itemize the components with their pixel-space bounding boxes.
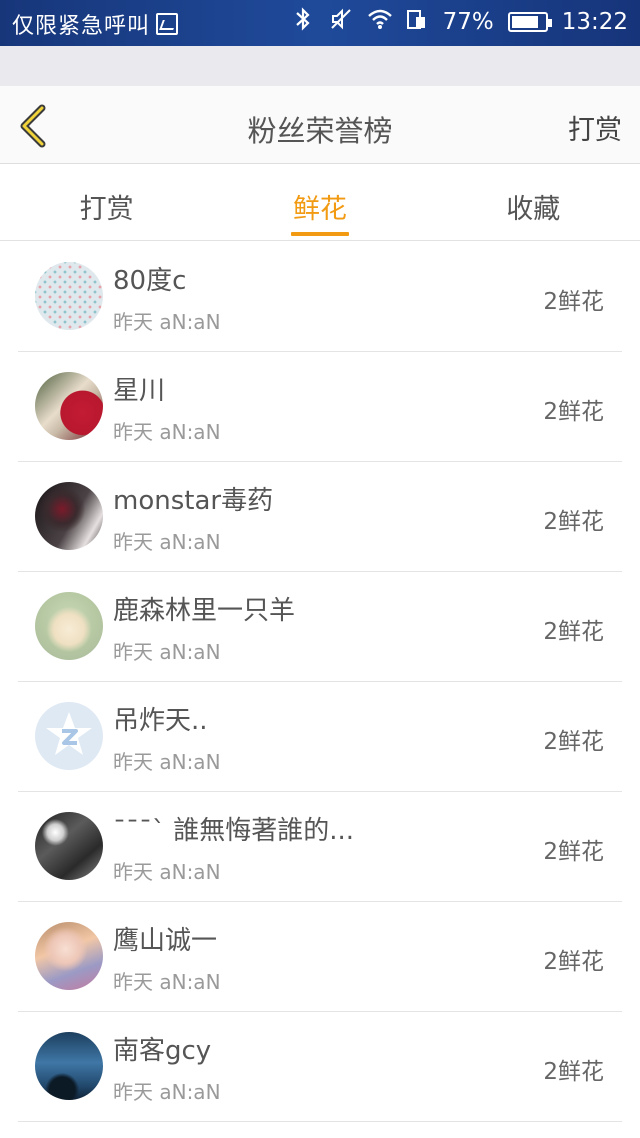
list-item[interactable]: 星川 昨天 aN:aN 2鲜花 <box>18 352 622 462</box>
status-time: 13:22 <box>561 9 628 35</box>
status-bar: 仅限紧急呼叫 77% 13:22 <box>0 0 640 46</box>
fan-name: 南客gcy <box>113 1036 212 1066</box>
list-item[interactable]: 80度c 昨天 aN:aN 2鲜花 <box>18 242 622 352</box>
battery-icon <box>507 12 552 32</box>
fan-time: 昨天 aN:aN <box>113 970 221 994</box>
gift-count: 2鲜花 <box>543 949 604 975</box>
status-bar-right: 77% 13:22 <box>291 7 628 37</box>
avatar <box>35 812 103 880</box>
tab-label: 打赏 <box>79 194 134 225</box>
fan-name: 星川 <box>113 376 166 406</box>
avatar <box>35 702 103 770</box>
fan-time: 昨天 aN:aN <box>113 860 221 884</box>
fan-time: 昨天 aN:aN <box>113 530 221 554</box>
tab-bar: 打赏 鲜花 收藏 <box>0 165 640 241</box>
gift-count: 2鲜花 <box>543 509 604 535</box>
avatar <box>35 372 103 440</box>
fan-list: 80度c 昨天 aN:aN 2鲜花 星川 昨天 aN:aN 2鲜花 monsta… <box>0 242 640 1122</box>
fan-name: 吊炸天.. <box>113 706 208 736</box>
carrier-text: 仅限紧急呼叫 <box>12 14 151 39</box>
bluetooth-icon <box>291 7 315 37</box>
list-item[interactable]: 鹿森林里一只羊 昨天 aN:aN 2鲜花 <box>18 572 622 682</box>
avatar <box>35 482 103 550</box>
app-header: 粉丝荣誉榜 打赏 <box>0 86 640 164</box>
avatar <box>35 922 103 990</box>
fan-time: 昨天 aN:aN <box>113 1080 221 1104</box>
status-bar-left: 仅限紧急呼叫 <box>12 8 179 40</box>
avatar <box>35 592 103 660</box>
image-icon <box>156 13 179 35</box>
gift-count: 2鲜花 <box>543 619 604 645</box>
list-item[interactable]: ˉˉˉˋ 誰無悔著誰的... 昨天 aN:aN 2鲜花 <box>18 792 622 902</box>
battery-percent: 77% <box>442 9 494 35</box>
fan-name: 鹰山诚一 <box>113 926 218 956</box>
active-tab-indicator <box>290 232 349 236</box>
wifi-icon <box>367 8 392 36</box>
sim-icon <box>405 7 429 37</box>
fan-time: 昨天 aN:aN <box>113 750 221 774</box>
avatar <box>35 1032 103 1100</box>
fan-name: 鹿森林里一只羊 <box>113 596 296 626</box>
status-spacer <box>0 46 640 86</box>
list-item[interactable]: 吊炸天.. 昨天 aN:aN 2鲜花 <box>18 682 622 792</box>
tab-label: 收藏 <box>506 194 561 225</box>
fan-time: 昨天 aN:aN <box>113 420 221 444</box>
list-item[interactable]: 鹰山诚一 昨天 aN:aN 2鲜花 <box>18 902 622 1012</box>
list-item[interactable]: 南客gcy 昨天 aN:aN 2鲜花 <box>18 1012 622 1122</box>
tab-reward[interactable]: 打赏 <box>0 165 213 240</box>
fan-time: 昨天 aN:aN <box>113 640 221 664</box>
star-icon <box>46 712 92 755</box>
gift-count: 2鲜花 <box>543 399 604 425</box>
list-item[interactable]: monstar毒药 昨天 aN:aN 2鲜花 <box>18 462 622 572</box>
page-title: 粉丝荣誉榜 <box>247 114 393 148</box>
tab-label: 鲜花 <box>292 194 347 225</box>
avatar <box>35 262 103 330</box>
fan-name: monstar毒药 <box>113 486 274 516</box>
gift-count: 2鲜花 <box>543 1059 604 1085</box>
tab-flowers[interactable]: 鲜花 <box>213 165 426 240</box>
fan-name: ˉˉˉˋ 誰無悔著誰的... <box>113 816 355 846</box>
tab-favorites[interactable]: 收藏 <box>427 165 640 240</box>
gift-count: 2鲜花 <box>543 289 604 315</box>
gift-count: 2鲜花 <box>543 729 604 755</box>
mute-icon <box>329 7 353 37</box>
fan-time: 昨天 aN:aN <box>113 310 221 334</box>
fan-name: 80度c <box>113 266 187 296</box>
gift-count: 2鲜花 <box>543 839 604 865</box>
reward-button[interactable]: 打赏 <box>568 108 622 147</box>
